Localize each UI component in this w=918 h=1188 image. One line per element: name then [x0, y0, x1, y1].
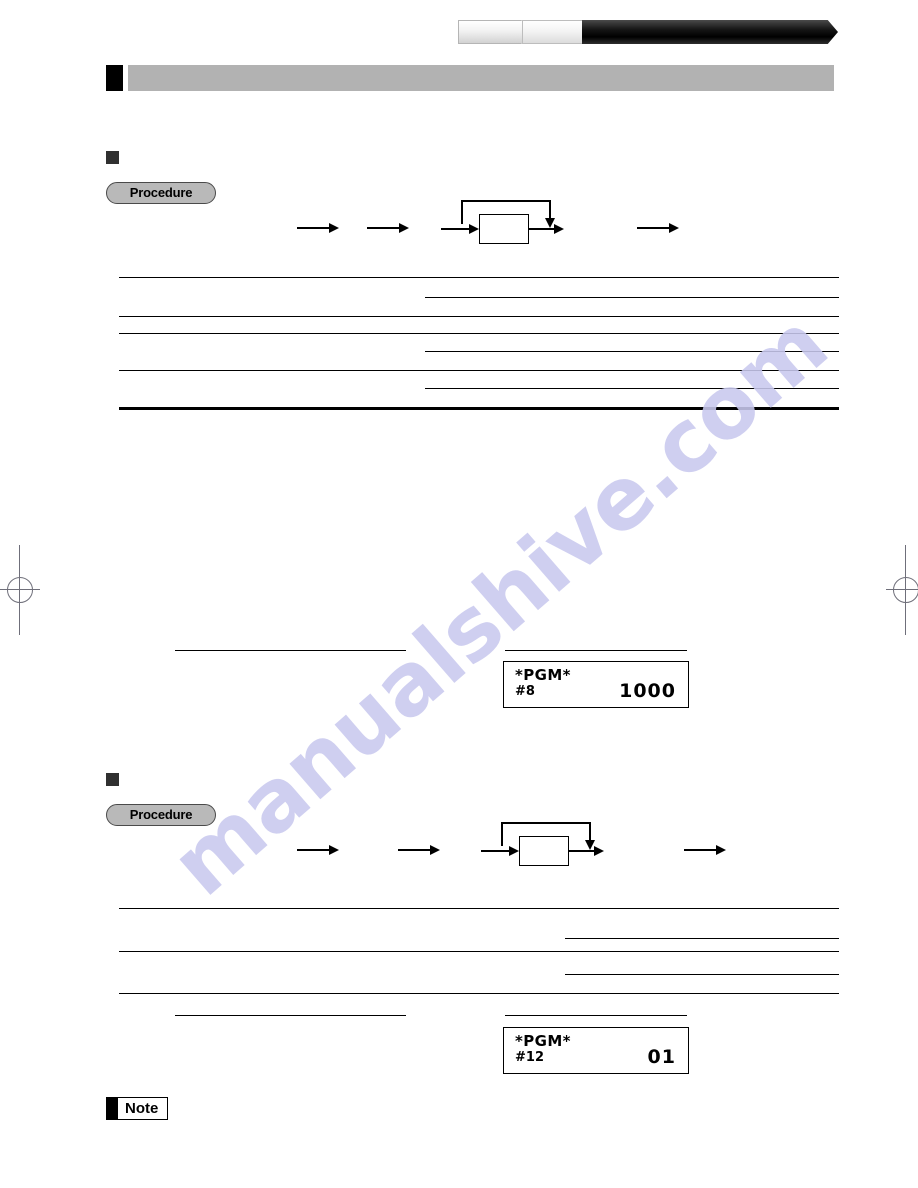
note-label: Note [125, 1099, 159, 1117]
flow-box-output-arrowhead-2 [594, 846, 604, 856]
flow-loop-right-segment-1 [549, 200, 551, 220]
lcd-program-code-2: #12 [515, 1050, 544, 1065]
flow-loop-left-segment-1 [461, 200, 463, 224]
flow-loop-top-segment-2 [501, 822, 591, 824]
flow-loop-top-segment-1 [461, 200, 551, 202]
note-tag: Note [106, 1097, 169, 1120]
crop-mark-left [0, 545, 40, 635]
flow-arrow-6 [684, 845, 726, 855]
note-marker-icon [107, 1098, 118, 1119]
header-tab-segment-dark [582, 20, 838, 44]
header-tab-segment-light-1 [458, 20, 530, 44]
lcd-mode-label-2: *PGM* [515, 1032, 571, 1050]
table-rule-full-1b [119, 316, 839, 318]
flow-box-input-shaft-2 [481, 850, 509, 852]
flow-box-output-shaft-2 [569, 850, 595, 852]
procedure-label-1: Procedure [129, 185, 193, 200]
lcd-program-code-1: #8 [515, 684, 535, 699]
table-rule-bottom-1 [119, 407, 839, 410]
flow-arrow-4 [297, 845, 339, 855]
example-caption-rule-2 [175, 1015, 406, 1017]
section-header-bar [106, 65, 834, 91]
table-rule-bottom-2 [119, 993, 839, 995]
table-rule-partial-2a [565, 938, 839, 940]
flow-repeat-box-1 [441, 200, 567, 246]
lcd-display-1: *PGM* #8 1000 [503, 661, 689, 708]
example-lcd-rule-1 [505, 650, 687, 652]
flow-arrow-2 [367, 223, 409, 233]
header-tab-segment-light-2 [522, 20, 590, 44]
crop-mark-right [886, 545, 918, 635]
section-marker-icon [106, 65, 123, 91]
flow-box-body-1 [479, 214, 529, 244]
table-rule-full-2b [119, 951, 839, 953]
manual-page: Procedure *PGM* #8 1000 Procedure *PGM* … [0, 0, 918, 1188]
flow-box-input-shaft-1 [441, 228, 469, 230]
header-tab-banner [458, 20, 838, 44]
flow-arrow-1 [297, 223, 339, 233]
procedure-label-2: Procedure [129, 807, 193, 822]
procedure-pill-1: Procedure [106, 182, 216, 204]
flow-arrow-3 [637, 223, 679, 233]
section-title-bar [128, 65, 834, 91]
lcd-value-1: 1000 [619, 680, 676, 702]
flow-arrow-5 [398, 845, 440, 855]
table-rule-top-1 [119, 277, 839, 279]
table-rule-full-1c [119, 333, 839, 335]
crop-mark-circle [7, 577, 33, 603]
lcd-mode-label-1: *PGM* [515, 666, 571, 684]
example-lcd-rule-2 [505, 1015, 687, 1017]
table-rule-top-2 [119, 908, 839, 910]
crop-mark-circle [893, 577, 918, 603]
procedure-pill-2: Procedure [106, 804, 216, 826]
flow-box-output-arrowhead-1 [554, 224, 564, 234]
flow-box-input-arrowhead-1 [469, 224, 479, 234]
table-rule-full-1e [119, 370, 839, 372]
flow-loop-right-segment-2 [589, 822, 591, 842]
lcd-display-2: *PGM* #12 01 [503, 1027, 689, 1074]
subsection-marker-2-icon [106, 773, 119, 786]
table-rule-partial-2c [565, 974, 839, 976]
watermark: manualshive.com [150, 295, 850, 916]
subsection-marker-1-icon [106, 151, 119, 164]
lcd-value-2: 01 [647, 1046, 676, 1068]
example-caption-rule-1 [175, 650, 406, 652]
table-rule-partial-1f [425, 388, 839, 390]
flow-box-input-arrowhead-2 [509, 846, 519, 856]
table-rule-partial-1a [425, 297, 839, 299]
table-rule-partial-1d [425, 351, 839, 353]
flow-box-output-shaft-1 [529, 228, 555, 230]
flow-repeat-box-2 [481, 822, 621, 868]
flow-loop-left-segment-2 [501, 822, 503, 846]
flow-box-body-2 [519, 836, 569, 866]
